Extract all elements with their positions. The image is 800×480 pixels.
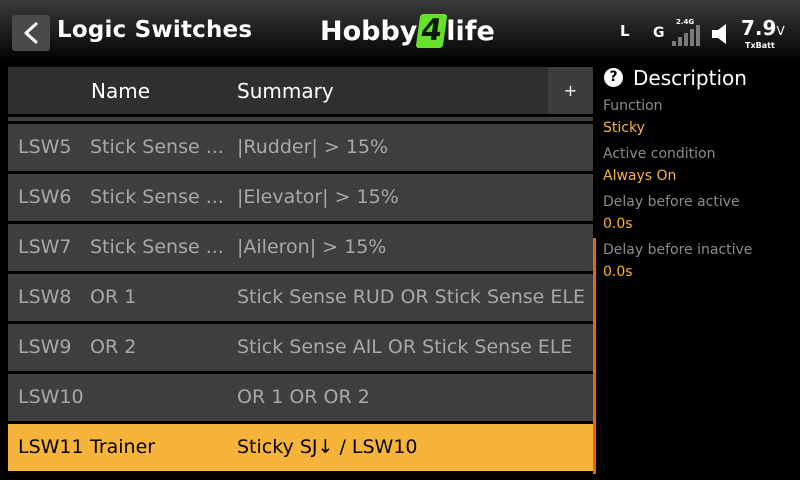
row-name: Stick Sense ... bbox=[90, 236, 224, 258]
table-row[interactable]: LSW5 Stick Sense ... |Rudder| > 15% bbox=[8, 124, 593, 171]
row-summary: |Aileron| > 15% bbox=[237, 236, 387, 258]
table-row-partial bbox=[8, 117, 593, 121]
logo-text-right: life bbox=[446, 15, 495, 47]
battery-voltage-value: 7.9 bbox=[741, 16, 777, 40]
add-switch-button[interactable]: + bbox=[548, 67, 593, 114]
function-value: Sticky bbox=[603, 120, 645, 136]
row-summary: Stick Sense RUD OR Stick Sense ELE bbox=[237, 286, 585, 308]
row-summary: Stick Sense AIL OR Stick Sense ELE bbox=[237, 336, 573, 358]
row-id: LSW8 bbox=[18, 286, 72, 308]
row-name: Stick Sense ... bbox=[90, 136, 224, 158]
row-name: OR 2 bbox=[90, 336, 137, 358]
top-bar: Logic Switches Hobby 4 life L G 2.4G 7.9V … bbox=[0, 0, 800, 64]
delay-inactive-label: Delay before inactive bbox=[603, 242, 753, 258]
row-summary: OR 1 OR OR 2 bbox=[237, 386, 370, 408]
row-summary: Sticky SJ↓ / LSW10 bbox=[237, 436, 418, 458]
active-condition-label: Active condition bbox=[603, 146, 716, 162]
row-name: OR 1 bbox=[90, 286, 137, 308]
back-button[interactable] bbox=[12, 15, 50, 51]
speaker-icon[interactable] bbox=[710, 22, 734, 46]
row-name: Trainer bbox=[90, 436, 156, 458]
table-row-selected[interactable]: LSW11 Trainer Sticky SJ↓ / LSW10 bbox=[8, 424, 593, 471]
row-id: LSW10 bbox=[18, 386, 84, 408]
column-header-summary: Summary bbox=[237, 79, 334, 103]
description-title: Description bbox=[633, 66, 747, 90]
row-summary: |Rudder| > 15% bbox=[237, 136, 389, 158]
row-id: LSW11 bbox=[18, 436, 84, 458]
delay-active-value: 0.0s bbox=[603, 216, 633, 232]
status-l-indicator: L bbox=[620, 22, 630, 40]
delay-inactive-value: 0.0s bbox=[603, 264, 633, 280]
back-arrow-icon bbox=[24, 22, 38, 44]
active-condition-value: Always On bbox=[603, 168, 677, 184]
column-header-name: Name bbox=[91, 79, 151, 103]
row-name: Stick Sense ... bbox=[90, 186, 224, 208]
signal-bars-icon bbox=[672, 24, 702, 46]
table-row[interactable]: LSW9 OR 2 Stick Sense AIL OR Stick Sense… bbox=[8, 324, 593, 371]
row-id: LSW6 bbox=[18, 186, 72, 208]
battery-voltage: 7.9V bbox=[741, 16, 785, 40]
table-row[interactable]: LSW10 OR 1 OR OR 2 bbox=[8, 374, 593, 421]
logo-text-left: Hobby bbox=[320, 15, 418, 47]
table-header: Name Summary + bbox=[8, 67, 593, 114]
status-g-indicator: G bbox=[653, 25, 665, 41]
brand-logo: Hobby 4 life bbox=[320, 13, 495, 49]
battery-voltage-unit: V bbox=[776, 24, 785, 38]
page-title: Logic Switches bbox=[57, 17, 253, 43]
row-id: LSW9 bbox=[18, 336, 72, 358]
table-row[interactable]: LSW7 Stick Sense ... |Aileron| > 15% bbox=[8, 224, 593, 271]
table-row[interactable]: LSW6 Stick Sense ... |Elevator| > 15% bbox=[8, 174, 593, 221]
row-id: LSW7 bbox=[18, 236, 72, 258]
row-summary: |Elevator| > 15% bbox=[237, 186, 399, 208]
delay-active-label: Delay before active bbox=[603, 194, 740, 210]
row-id: LSW5 bbox=[18, 136, 72, 158]
help-icon: ? bbox=[604, 68, 623, 87]
logic-switch-table: Name Summary + LSW5 Stick Sense ... |Rud… bbox=[8, 67, 593, 474]
function-label: Function bbox=[603, 98, 663, 114]
logo-text-four: 4 bbox=[416, 13, 448, 48]
battery-label: TxBatt bbox=[745, 41, 775, 50]
table-row[interactable]: LSW8 OR 1 Stick Sense RUD OR Stick Sense… bbox=[8, 274, 593, 321]
table-scrollbar[interactable] bbox=[593, 238, 596, 474]
